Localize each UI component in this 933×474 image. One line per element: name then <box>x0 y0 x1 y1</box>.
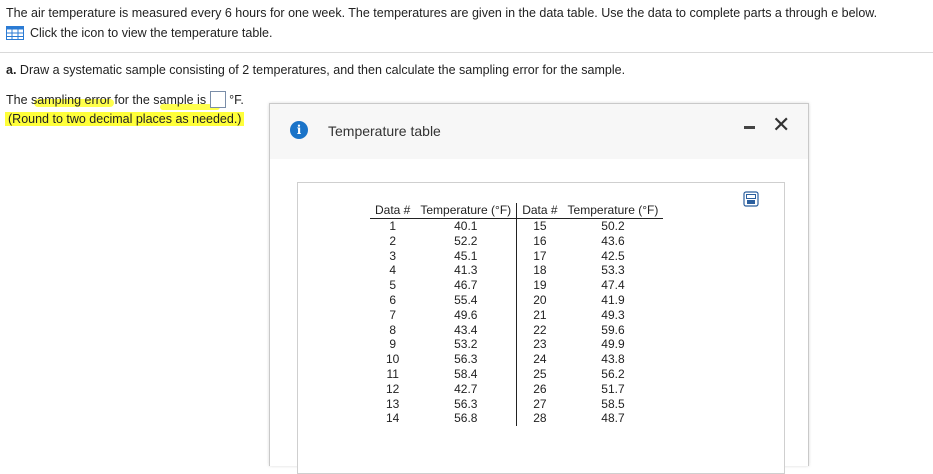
table-row: 4 41.3 18 53.3 <box>370 263 663 279</box>
cell-data-num: 10 <box>386 352 400 367</box>
divider <box>0 52 933 53</box>
table-panel: Data # Temperature (°F) Data # Temperatu… <box>297 182 785 474</box>
table-row: 5 46.7 19 47.4 <box>370 278 663 293</box>
cell-data-num: 19 <box>533 278 547 293</box>
close-icon[interactable]: ✕ <box>772 114 790 136</box>
table-row: 1 40.1 15 50.2 <box>370 218 663 234</box>
temperature-table: Data # Temperature (°F) Data # Temperatu… <box>370 203 664 427</box>
cell-data-num: 22 <box>533 322 547 337</box>
cell-data-num: 16 <box>533 233 547 248</box>
cell-data-num: 9 <box>389 337 397 352</box>
cell-data-num: 14 <box>386 411 400 426</box>
part-a-question: a. Draw a systematic sample consisting o… <box>6 63 625 77</box>
header-data-num-1: Data # <box>370 203 416 219</box>
part-text: Draw a systematic sample consisting of 2… <box>19 63 626 77</box>
part-label: a. <box>6 63 17 77</box>
cell-temperature: 41.3 <box>415 263 518 279</box>
rounding-note: (Round to two decimal places as needed.) <box>5 112 245 126</box>
cell-data-num: 13 <box>386 396 400 411</box>
cell-data-num: 27 <box>533 396 547 411</box>
table-link-text[interactable]: Click the icon to view the temperature t… <box>30 26 272 40</box>
cell-data-num: 2 <box>389 233 397 248</box>
cell-data-num: 18 <box>533 263 547 278</box>
cell-data-num: 20 <box>533 292 547 307</box>
cell-temperature: 45.1 <box>415 248 518 264</box>
cell-temperature: 49.3 <box>601 307 625 322</box>
cell-data-num: 8 <box>389 322 397 337</box>
cell-data-num: 5 <box>389 278 397 293</box>
cell-data-num: 28 <box>533 411 547 426</box>
cell-data-num: 23 <box>533 337 547 352</box>
table-row: 10 56.3 24 43.8 <box>370 352 663 367</box>
cell-data-num: 24 <box>533 352 547 367</box>
cell-temperature: 56.2 <box>601 366 625 381</box>
cell-temperature: 53.3 <box>601 263 625 278</box>
cell-temperature: 56.8 <box>415 411 518 427</box>
header-temp-1: Temperature (°F) <box>415 203 518 219</box>
table-grid-icon[interactable] <box>6 26 24 40</box>
cell-data-num: 26 <box>533 381 547 396</box>
answer-suffix: °F. <box>229 92 244 107</box>
cell-temperature: 42.5 <box>601 248 625 263</box>
cell-temperature: 59.6 <box>601 322 625 337</box>
table-header-row: Data # Temperature (°F) Data # Temperatu… <box>370 203 664 219</box>
cell-data-num: 3 <box>389 248 397 263</box>
cell-temperature: 49.6 <box>415 307 518 323</box>
dialog-title: Temperature table <box>328 123 441 139</box>
table-row: 11 58.4 25 56.2 <box>370 366 663 382</box>
header-temp-2: Temperature (°F) <box>562 203 664 219</box>
info-icon: i <box>290 121 308 139</box>
cell-temperature: 43.8 <box>601 352 625 367</box>
header-data-num-2: Data # <box>516 203 563 219</box>
temperature-table-dialog: i Temperature table ✕ Data # Temperature… <box>269 103 809 474</box>
cell-temperature: 52.2 <box>415 233 518 249</box>
cell-temperature: 47.4 <box>601 278 625 293</box>
cell-temperature: 48.7 <box>601 411 625 426</box>
cell-temperature: 58.5 <box>601 396 625 411</box>
cell-temperature: 53.2 <box>415 337 518 353</box>
cell-temperature: 51.7 <box>601 381 625 396</box>
table-row: 14 56.8 28 48.7 <box>370 411 663 427</box>
table-link[interactable]: Click the icon to view the temperature t… <box>6 26 272 40</box>
cell-temperature: 46.7 <box>415 278 518 293</box>
cell-temperature: 49.9 <box>601 337 625 352</box>
table-row: 6 55.4 20 41.9 <box>370 292 663 308</box>
cell-data-num: 25 <box>533 366 547 381</box>
cell-data-num: 21 <box>533 307 547 322</box>
cell-data-num: 4 <box>389 263 397 278</box>
cell-temperature: 55.4 <box>415 292 518 308</box>
cell-data-num: 6 <box>389 292 397 307</box>
cell-data-num: 7 <box>389 307 397 322</box>
problem-intro: The air temperature is measured every 6 … <box>6 6 878 20</box>
minimize-icon[interactable] <box>744 126 755 129</box>
cell-data-num: 12 <box>386 381 400 396</box>
answer-line: The sampling error for the sample is °F. <box>6 91 244 108</box>
cell-data-num: 17 <box>533 248 547 263</box>
dialog-header: i Temperature table ✕ <box>270 104 808 159</box>
table-row: 13 56.3 27 58.5 <box>370 396 663 412</box>
cell-data-num: 15 <box>533 219 547 233</box>
table-row: 9 53.2 23 49.9 <box>370 337 663 353</box>
cell-temperature: 50.2 <box>601 219 625 233</box>
table-row: 3 45.1 17 42.5 <box>370 248 663 264</box>
cell-temperature: 56.3 <box>415 352 518 367</box>
cell-temperature: 43.4 <box>415 322 518 338</box>
table-row: 12 42.7 26 51.7 <box>370 381 663 397</box>
dialog-body: Data # Temperature (°F) Data # Temperatu… <box>270 159 808 474</box>
table-row: 2 52.2 16 43.6 <box>370 233 663 249</box>
cell-temperature: 56.3 <box>415 396 518 412</box>
sampling-error-input[interactable] <box>210 91 227 108</box>
cell-temperature: 42.7 <box>415 381 518 397</box>
copy-icon[interactable] <box>743 191 759 207</box>
cell-temperature: 40.1 <box>415 218 518 234</box>
cell-temperature: 41.9 <box>601 292 625 307</box>
table-row: 8 43.4 22 59.6 <box>370 322 663 338</box>
cell-temperature: 43.6 <box>601 233 625 248</box>
answer-prefix: The sampling error for the sample is <box>6 92 207 107</box>
cell-data-num: 1 <box>389 219 397 233</box>
cell-data-num: 11 <box>386 366 399 381</box>
table-row: 7 49.6 21 49.3 <box>370 307 663 323</box>
cell-temperature: 58.4 <box>415 366 518 382</box>
